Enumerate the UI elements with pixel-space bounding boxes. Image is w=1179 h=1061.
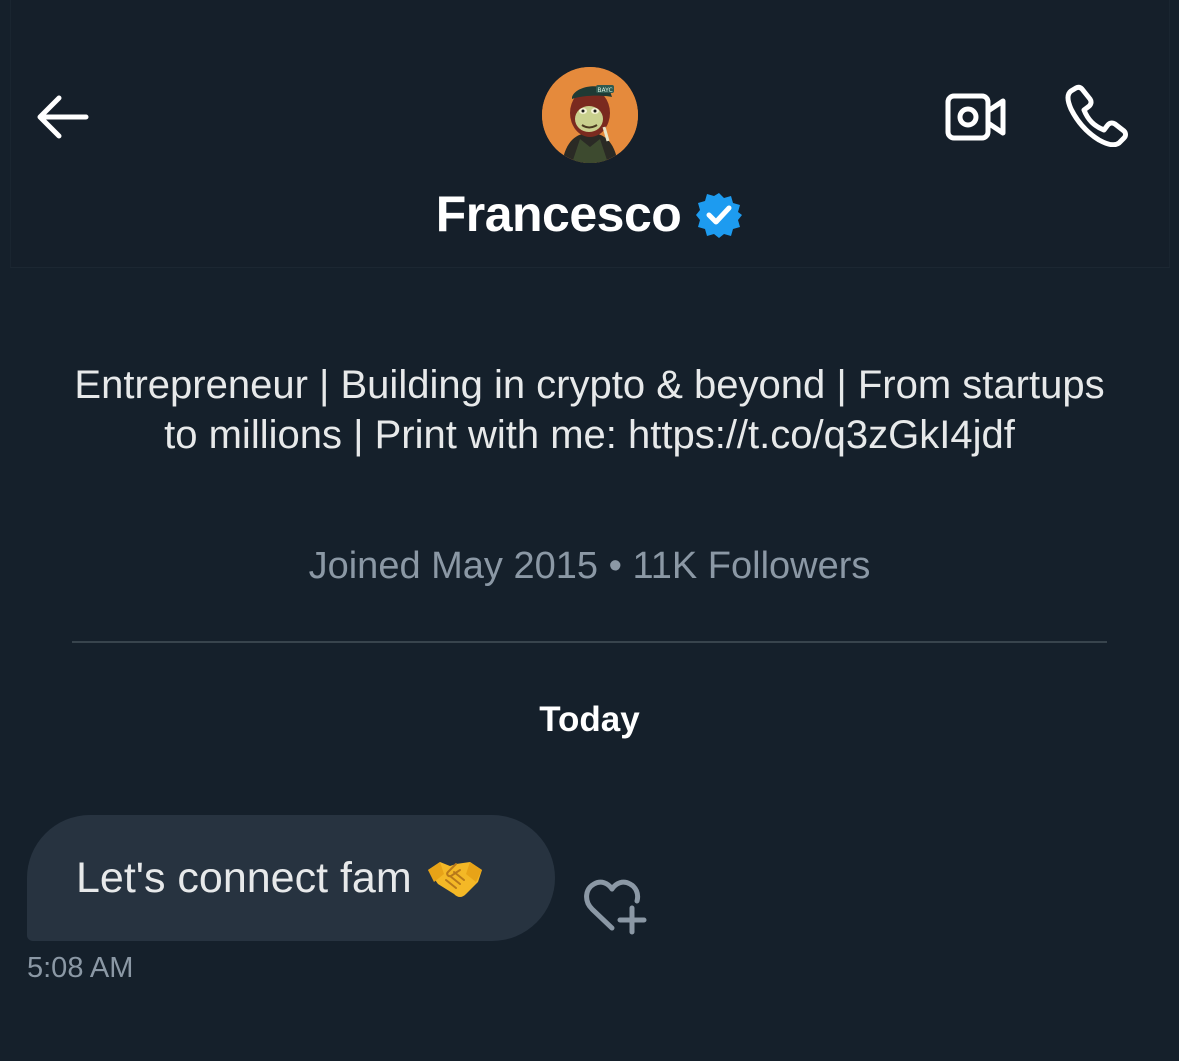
phone-call-button[interactable] [1058,80,1134,150]
back-button[interactable] [28,84,94,150]
message-text: Let's connect fam [76,853,412,902]
divider [72,641,1107,643]
phone-icon [1065,84,1128,147]
message-timestamp: 5:08 AM [27,952,134,984]
day-separator: Today [539,700,640,739]
contact-name[interactable]: Francesco [436,185,682,243]
handshake-emoji [426,856,484,900]
ape-avatar: BAYC [542,67,638,163]
heart-plus-icon [584,879,647,935]
profile-bio: Entrepreneur | Building in crypto & beyo… [74,363,1105,457]
contact-name-row: Francesco [0,182,1179,246]
message-bubble[interactable]: Let's connect fam [27,815,555,941]
svg-text:BAYC: BAYC [597,87,612,94]
verified-badge-icon [696,193,743,238]
video-call-icon [945,93,1006,141]
arrow-left-icon [37,95,89,139]
add-reaction-button[interactable] [582,876,648,936]
video-call-button[interactable] [938,84,1014,150]
profile-meta: Joined May 2015 • 11K Followers [308,545,871,587]
avatar[interactable]: BAYC [542,67,638,163]
